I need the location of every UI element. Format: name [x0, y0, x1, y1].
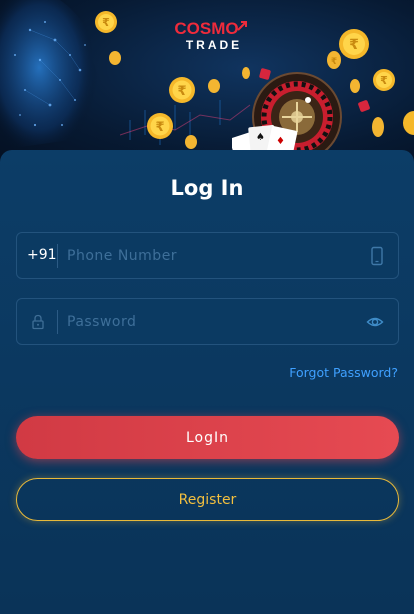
coin-icon: [208, 79, 220, 93]
coin-icon: [350, 79, 360, 93]
coin-icon: [185, 135, 197, 149]
rupee-coin-icon: ₹: [147, 113, 173, 139]
rupee-coin-icon: ₹: [339, 29, 369, 59]
svg-text:₹: ₹: [102, 16, 110, 29]
svg-text:₹: ₹: [349, 37, 359, 53]
rupee-coin-icon: ₹: [95, 11, 117, 33]
rupee-coin-icon: ₹: [169, 77, 195, 103]
brand-name-top: COSMO: [174, 19, 239, 38]
coin-icon: [372, 117, 384, 137]
forgot-password-link[interactable]: Forgot Password?: [289, 365, 398, 380]
rupee-coin-icon: ₹: [373, 69, 395, 91]
password-field[interactable]: [16, 298, 399, 345]
login-button[interactable]: LogIn: [16, 416, 399, 459]
svg-text:₹: ₹: [380, 74, 388, 87]
eye-icon[interactable]: [366, 312, 384, 332]
svg-text:₹: ₹: [155, 120, 164, 135]
svg-text:₹: ₹: [177, 84, 186, 99]
country-code-prefix: +91: [27, 247, 57, 263]
password-input[interactable]: [67, 307, 357, 337]
dice-icon: [358, 100, 370, 112]
field-divider: [57, 244, 58, 268]
svg-text:♠: ♠: [256, 132, 265, 143]
hero-banner: ₹ ₹ ₹ ₹ ₹ ₹ ♠ ♦ COSMO TRADE: [0, 0, 414, 170]
coin-icon: [109, 51, 121, 65]
mobile-phone-icon: [371, 246, 383, 266]
phone-number-input[interactable]: [67, 241, 357, 271]
svg-text:♦: ♦: [276, 136, 285, 147]
register-button[interactable]: Register: [16, 478, 399, 521]
svg-text:₹: ₹: [331, 57, 337, 67]
field-divider: [57, 310, 58, 334]
arrow-up-right-icon: [236, 21, 247, 31]
login-panel: [0, 150, 414, 614]
rupee-coin-icon: ₹: [327, 51, 341, 69]
brand-name-bottom: TRADE: [185, 38, 243, 52]
lock-icon: [32, 314, 44, 330]
phone-field[interactable]: +91: [16, 232, 399, 279]
brand-logo: COSMO TRADE: [166, 20, 256, 52]
rupee-coin-icon: [403, 111, 414, 135]
page-title: Log In: [170, 176, 244, 200]
coin-icon: [242, 67, 250, 79]
